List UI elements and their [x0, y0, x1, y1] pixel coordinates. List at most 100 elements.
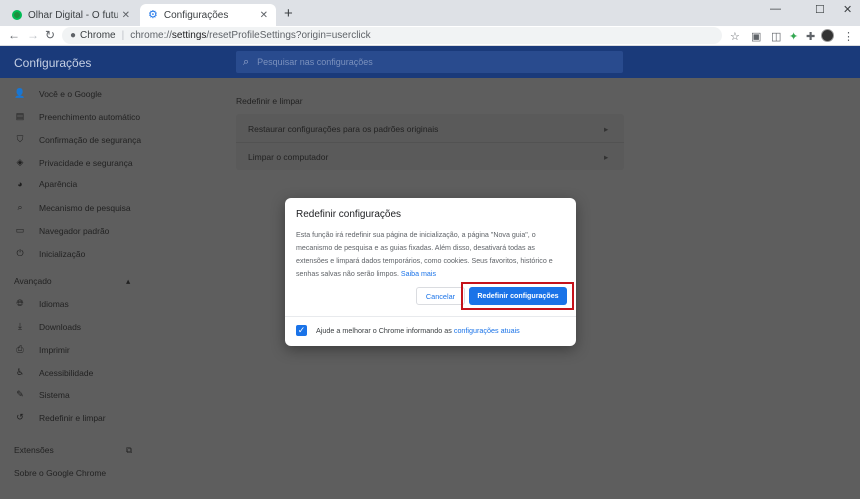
person-icon: 👤 [14, 88, 26, 98]
globe-icon: 🌐︎ [16, 298, 24, 308]
olhar-digital-favicon-icon [12, 10, 22, 20]
chevron-right-icon: ▸ [604, 152, 609, 162]
sidebar-item-mecanismo-pesquisa[interactable]: ⌕ Mecanismo de pesquisa [14, 202, 131, 213]
puzzle-icon[interactable]: ✚ [806, 30, 815, 43]
sidebar-item-label: Aparência [39, 179, 78, 189]
download-icon: ⤓ [18, 321, 22, 331]
tab-olhar-digital[interactable]: Olhar Digital - O futuro passa p… ✕ [4, 4, 138, 26]
reset-settings-dialog: Redefinir configurações Esta função irá … [285, 198, 576, 346]
palette-icon: ◕ [17, 179, 23, 189]
chrome-site-icon: ● [70, 30, 77, 41]
tab-close-icon[interactable]: ✕ [260, 10, 268, 21]
search-icon: ⌕ [243, 55, 250, 68]
maximize-button[interactable]: ☐ [815, 3, 825, 16]
row-label: Restaurar configurações para os padrões … [248, 124, 439, 134]
sidebar-item-sobre[interactable]: Sobre o Google Chrome [14, 468, 106, 478]
restore-defaults-row[interactable]: Restaurar configurações para os padrões … [248, 124, 624, 134]
cancel-button[interactable]: Cancelar [416, 287, 465, 305]
sidebar-item-voce-e-o-google[interactable]: 👤 Você e o Google [14, 88, 102, 99]
checkmark-icon: ✓ [297, 325, 306, 335]
cast-icon[interactable]: ▣ [751, 30, 761, 43]
page-title: Configurações [14, 56, 92, 70]
sidebar-item-sistema[interactable]: ✎ Sistema [14, 389, 70, 400]
footer-text: Ajude a melhorar o Chrome informando as [316, 326, 452, 335]
shield-lock-icon: ◈ [16, 157, 24, 167]
sidebar-item-label: Idiomas [39, 298, 69, 309]
gear-icon: ⚙ [148, 9, 158, 21]
sidebar-item-preenchimento[interactable]: ▤ Preenchimento automático [14, 111, 140, 122]
sidebar-item-inicializacao[interactable]: ⏻ Inicialização [14, 248, 85, 259]
sidebar-item-idiomas[interactable]: 🌐︎ Idiomas [14, 298, 69, 309]
sidebar-item-label: Inicialização [39, 248, 86, 259]
search-icon: ⌕ [17, 202, 23, 212]
sidebar-item-navegador-padrao[interactable]: ▭ Navegador padrão [14, 225, 110, 236]
accessibility-icon: ♿︎ [15, 367, 25, 377]
settings-sidebar: 👤 Você e o Google ▤ Preenchimento automáti… [0, 78, 150, 499]
tab-close-icon[interactable]: ✕ [122, 10, 130, 21]
sidebar-item-confirmacao-seguranca[interactable]: ⛉ Confirmação de segurança [14, 134, 141, 145]
footer-label: Ajude a melhorar o Chrome informando as … [316, 326, 520, 335]
sidebar-item-label: Navegador padrão [39, 225, 110, 236]
reset-settings-button[interactable]: Redefinir configurações [469, 287, 567, 305]
clean-computer-row[interactable]: Limpar o computador ▸ [248, 152, 624, 162]
learn-more-link[interactable]: Saiba mais [401, 270, 436, 278]
clipboard-icon: ▤ [15, 111, 25, 121]
address-scheme: Chrome [80, 30, 116, 41]
section-title: Redefinir e limpar [236, 96, 303, 106]
reset-card: Restaurar configurações para os padrões … [236, 114, 624, 170]
sidebar-item-downloads[interactable]: ⤓ Downloads [14, 321, 81, 332]
minimize-button[interactable]: — [770, 3, 781, 15]
tab-configuracoes[interactable]: ⚙ Configurações ✕ [140, 4, 276, 26]
sidebar-advanced-toggle[interactable]: Avançado ▴ [14, 276, 130, 286]
bookmark-star-icon[interactable]: ☆ [730, 30, 740, 43]
shield-icon: ⛉ [16, 134, 24, 144]
url-bold: settings [171, 30, 207, 41]
tab-title: Configurações [163, 9, 229, 21]
sidebar-item-aparencia[interactable]: ◕ Aparência [14, 179, 77, 189]
sidebar-item-label: Mecanismo de pesquisa [39, 202, 131, 213]
tab-strip: Olhar Digital - O futuro passa p… ✕ ⚙ Co… [0, 0, 860, 26]
about-label: Sobre o Google Chrome [14, 468, 107, 478]
extension-icon[interactable]: ◫ [771, 30, 781, 43]
menu-dots-icon[interactable]: ⋮ [843, 30, 854, 43]
dialog-title: Redefinir configurações [296, 209, 402, 220]
sidebar-item-label: Preenchimento automático [39, 111, 141, 122]
sidebar-item-acessibilidade[interactable]: ♿︎ Acessibilidade [14, 367, 93, 378]
settings-search-input[interactable]: ⌕ Pesquisar nas configurações [236, 51, 623, 73]
dialog-body: Esta função irá redefinir sua página de … [296, 229, 566, 281]
sidebar-item-label: Downloads [39, 321, 82, 332]
sidebar-item-label: Acessibilidade [39, 367, 94, 378]
browser-toolbar: ← → ↻ ● Chrome | chrome://settings/reset… [0, 26, 860, 46]
reload-icon[interactable]: ↻ [45, 28, 55, 42]
sidebar-item-label: Privacidade e segurança [39, 157, 133, 168]
current-settings-link[interactable]: configurações atuais [454, 326, 520, 335]
chevron-right-icon: ▸ [604, 124, 609, 134]
avatar[interactable] [821, 29, 834, 42]
address-bar[interactable]: ● Chrome | chrome://settings/resetProfil… [62, 27, 722, 44]
report-settings-checkbox[interactable]: ✓ [296, 325, 307, 336]
settings-header: Configurações ⌕ Pesquisar nas configuraç… [0, 46, 860, 78]
new-tab-button[interactable]: + [284, 5, 293, 22]
extensions-label: Extensões [14, 445, 54, 455]
sidebar-item-label: Confirmação de segurança [39, 134, 142, 145]
back-arrow-icon[interactable]: ← [8, 28, 20, 42]
url-suffix: /resetProfileSettings?origin=userclick [206, 30, 371, 41]
sidebar-item-privacidade[interactable]: ◈ Privacidade e segurança [14, 157, 133, 168]
green-extension-icon[interactable]: ✦ [789, 30, 798, 43]
wrench-icon: ✎ [16, 389, 24, 399]
browser-icon: ▭ [15, 225, 25, 235]
dialog-footer: ✓ Ajude a melhorar o Chrome informando a… [285, 316, 576, 346]
url-prefix: chrome:// [130, 30, 172, 41]
sidebar-item-label: Imprimir [39, 344, 70, 355]
address-separator: | [121, 30, 125, 41]
sidebar-item-extensoes[interactable]: Extensões ⧉ [14, 445, 132, 455]
printer-icon: ⎙ [16, 344, 24, 354]
row-label: Limpar o computador [248, 152, 329, 162]
address-url: chrome://settings/resetProfileSettings?o… [130, 30, 370, 41]
sidebar-item-redefinir[interactable]: ↺ Redefinir e limpar [14, 412, 105, 423]
close-window-button[interactable]: ✕ [843, 3, 852, 16]
sidebar-item-imprimir[interactable]: ⎙ Imprimir [14, 344, 70, 355]
forward-arrow-icon[interactable]: → [27, 28, 39, 42]
sidebar-item-label: Você e o Google [39, 88, 102, 99]
history-icon: ↺ [16, 412, 24, 422]
